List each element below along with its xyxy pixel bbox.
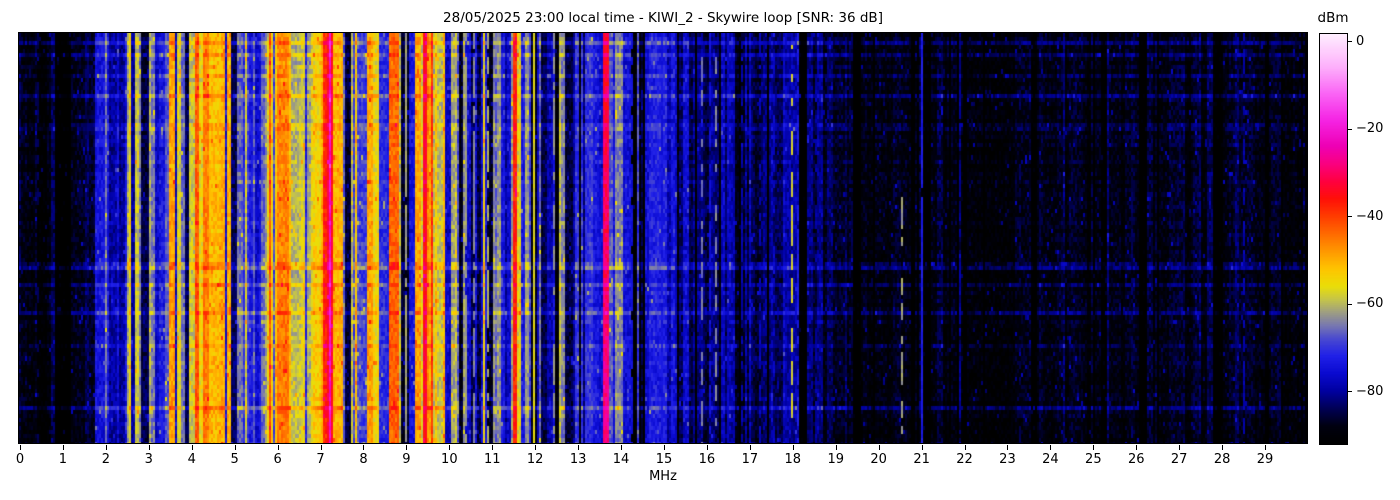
x-tick <box>1265 445 1266 450</box>
x-tick <box>793 445 794 450</box>
x-tick-label: 9 <box>392 453 420 467</box>
x-tick-label: 15 <box>650 453 678 467</box>
x-tick-label: 26 <box>1122 453 1150 467</box>
x-tick-label: 7 <box>307 453 335 467</box>
spectrogram-heatmap <box>18 32 1308 444</box>
colorbar-tick-label: −60 <box>1356 295 1383 312</box>
x-tick <box>664 445 665 450</box>
colorbar-tick-label: −40 <box>1356 208 1383 225</box>
x-tick-label: 3 <box>135 453 163 467</box>
chart-title: 28/05/2025 23:00 local time - KIWI_2 - S… <box>19 10 1307 26</box>
x-tick <box>1179 445 1180 450</box>
x-tick-label: 16 <box>693 453 721 467</box>
colorbar-tick <box>1348 41 1352 42</box>
x-tick-label: 0 <box>6 453 34 467</box>
x-tick <box>63 445 64 450</box>
x-tick-label: 13 <box>564 453 592 467</box>
x-tick-label: 17 <box>736 453 764 467</box>
x-tick <box>492 445 493 450</box>
x-tick-label: 25 <box>1079 453 1107 467</box>
x-tick-label: 23 <box>993 453 1021 467</box>
x-tick-label: 8 <box>349 453 377 467</box>
x-tick <box>621 445 622 450</box>
colorbar-tick <box>1348 129 1352 130</box>
x-tick-label: 6 <box>264 453 292 467</box>
colorbar-tick <box>1348 391 1352 392</box>
x-tick-label: 27 <box>1165 453 1193 467</box>
x-tick <box>1007 445 1008 450</box>
colorbar-tick-label: −80 <box>1356 383 1383 400</box>
x-tick <box>1222 445 1223 450</box>
x-tick-label: 29 <box>1251 453 1279 467</box>
x-tick <box>192 445 193 450</box>
x-tick-label: 28 <box>1208 453 1236 467</box>
x-tick <box>106 445 107 450</box>
x-tick <box>535 445 536 450</box>
x-tick-label: 10 <box>435 453 463 467</box>
x-tick <box>707 445 708 450</box>
x-tick-label: 22 <box>951 453 979 467</box>
spectrogram-figure: 28/05/2025 23:00 local time - KIWI_2 - S… <box>0 0 1400 500</box>
x-tick <box>965 445 966 450</box>
x-tick <box>1136 445 1137 450</box>
colorbar <box>1319 33 1348 445</box>
x-tick <box>321 445 322 450</box>
x-tick <box>149 445 150 450</box>
x-tick <box>449 445 450 450</box>
colorbar-tick <box>1348 304 1352 305</box>
x-axis-label: MHz <box>19 469 1307 484</box>
x-tick-label: 19 <box>822 453 850 467</box>
x-tick <box>750 445 751 450</box>
x-tick-label: 24 <box>1036 453 1064 467</box>
colorbar-unit-label: dBm <box>1313 10 1353 26</box>
x-tick-label: 11 <box>478 453 506 467</box>
x-tick <box>278 445 279 450</box>
x-tick <box>1093 445 1094 450</box>
x-tick <box>922 445 923 450</box>
x-tick-label: 2 <box>92 453 120 467</box>
x-tick-label: 18 <box>779 453 807 467</box>
x-tick-label: 1 <box>49 453 77 467</box>
colorbar-tick-label: 0 <box>1356 33 1364 50</box>
x-tick <box>879 445 880 450</box>
colorbar-tick-label: −20 <box>1356 120 1383 137</box>
colorbar-tick <box>1348 216 1352 217</box>
x-tick-label: 20 <box>865 453 893 467</box>
x-tick <box>363 445 364 450</box>
x-tick-label: 4 <box>178 453 206 467</box>
x-tick <box>406 445 407 450</box>
x-tick <box>235 445 236 450</box>
x-tick <box>1050 445 1051 450</box>
x-tick-label: 12 <box>521 453 549 467</box>
x-tick <box>836 445 837 450</box>
x-tick <box>20 445 21 450</box>
x-tick-label: 14 <box>607 453 635 467</box>
x-tick <box>578 445 579 450</box>
x-tick-label: 21 <box>908 453 936 467</box>
x-tick-label: 5 <box>221 453 249 467</box>
